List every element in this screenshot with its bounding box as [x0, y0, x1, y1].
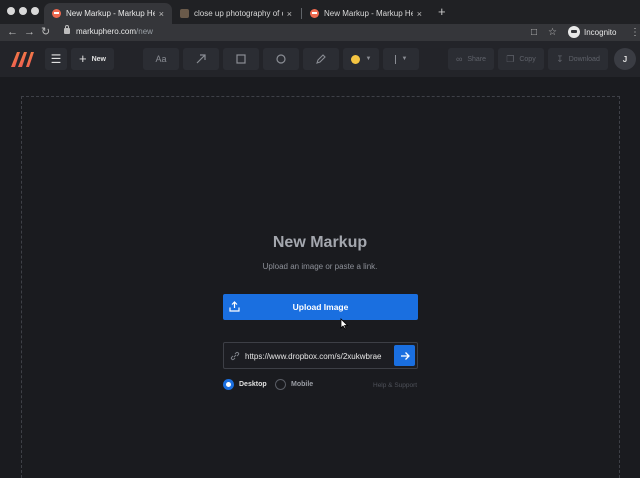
arrow-right-icon	[400, 351, 410, 360]
copy-label: Copy	[519, 55, 536, 63]
back-arrow-icon[interactable]: ←	[7, 25, 18, 40]
browser-tab-active[interactable]: New Markup - Markup Hero ×	[44, 3, 172, 24]
browser-tab[interactable]: New Markup - Markup Hero ×	[302, 3, 430, 24]
submit-link-button[interactable]	[394, 345, 415, 366]
color-picker-button[interactable]: ▼	[343, 48, 379, 70]
page-title: New Markup	[272, 234, 368, 251]
chevron-down-icon: ▼	[401, 56, 408, 62]
url-path: /new	[136, 27, 153, 36]
text-tool-label: Aa	[155, 54, 167, 64]
rectangle-tool-button[interactable]	[223, 48, 259, 70]
menu-button[interactable]: ☰	[45, 48, 67, 70]
tab-close-icon[interactable]: ×	[283, 9, 292, 19]
download-button[interactable]: ↧ Download	[548, 48, 608, 70]
stroke-width-icon	[394, 54, 396, 64]
tab-close-icon[interactable]: ×	[155, 9, 164, 19]
tab-title: close up photography of cupcake	[194, 9, 283, 18]
incognito-icon	[568, 26, 580, 38]
window-close-dot[interactable]	[7, 7, 15, 15]
incognito-label: Incognito	[584, 27, 617, 37]
mouse-cursor-icon	[340, 318, 349, 330]
upload-image-label: Upload Image	[292, 302, 349, 312]
arrow-icon	[196, 54, 206, 64]
tab-title: New Markup - Markup Hero	[66, 9, 155, 18]
radio-checked-icon[interactable]	[223, 379, 234, 390]
radio-unchecked-icon[interactable]	[275, 379, 286, 390]
ellipse-tool-button[interactable]	[263, 48, 299, 70]
link-icon: ∞	[455, 54, 463, 64]
ellipse-icon	[276, 54, 286, 64]
tab-close-icon[interactable]: ×	[413, 9, 422, 19]
option-label: Mobile	[291, 381, 314, 388]
new-tab-icon[interactable]: +	[438, 5, 446, 19]
clipboard-icon[interactable]: □	[531, 25, 537, 40]
link-input-group	[223, 342, 418, 369]
chevron-down-icon: ▼	[365, 56, 372, 62]
upload-image-button[interactable]: Upload Image	[223, 294, 418, 320]
markup-canvas[interactable]	[21, 96, 620, 478]
help-support-link[interactable]: Help & Support	[373, 382, 417, 389]
tab-title: New Markup - Markup Hero	[324, 9, 413, 18]
share-label: Share	[467, 55, 487, 63]
user-avatar[interactable]: J	[614, 48, 636, 70]
download-label: Download	[568, 55, 600, 63]
device-option-mobile[interactable]: Mobile	[275, 379, 313, 390]
markuphero-favicon-icon	[310, 9, 319, 18]
text-tool-button[interactable]: Aa	[143, 48, 179, 70]
option-label: Desktop	[239, 381, 267, 388]
share-button[interactable]: ∞ Share	[448, 48, 494, 70]
browser-address-bar: ← → ↻ markuphero.com/new □ ☆ Incognito ⋮	[0, 24, 640, 41]
rectangle-icon	[236, 54, 246, 64]
browser-tab[interactable]: close up photography of cupcake ×	[172, 3, 300, 24]
color-swatch-icon	[350, 54, 360, 64]
url-field[interactable]: markuphero.com/new	[76, 27, 153, 36]
new-button[interactable]: + New	[71, 48, 114, 70]
forward-arrow-icon[interactable]: →	[24, 25, 35, 40]
markuphero-favicon-icon	[52, 9, 61, 18]
new-label: New	[91, 55, 106, 63]
star-icon[interactable]: ☆	[548, 25, 557, 40]
window-zoom-dot[interactable]	[31, 7, 39, 15]
device-option-desktop[interactable]: Desktop	[223, 379, 267, 390]
hamburger-icon: ☰	[50, 52, 62, 66]
page-subtitle: Upload an image or paste a link.	[262, 262, 378, 271]
upload-icon	[229, 301, 240, 312]
url-host: markuphero.com	[76, 27, 137, 36]
window-minimize-dot[interactable]	[19, 7, 27, 15]
markuphero-logo[interactable]	[9, 49, 37, 69]
browser-tab-bar: New Markup - Markup Hero × close up phot…	[0, 0, 640, 24]
incognito-profile[interactable]: Incognito	[568, 26, 616, 38]
link-url-input[interactable]	[245, 349, 393, 363]
app-toolbar: ☰ + New Aa ▼ ▼ ∞ Share ❐ Copy ↧ Download	[0, 41, 640, 77]
reload-icon[interactable]: ↻	[41, 25, 50, 40]
copy-icon: ❐	[506, 53, 515, 64]
lock-icon	[64, 25, 70, 34]
stroke-width-button[interactable]: ▼	[383, 48, 419, 70]
arrow-tool-button[interactable]	[183, 48, 219, 70]
pen-tool-button[interactable]	[303, 48, 339, 70]
copy-button[interactable]: ❐ Copy	[498, 48, 544, 70]
plus-icon: +	[79, 51, 87, 66]
pen-icon	[316, 54, 326, 64]
browser-menu-icon[interactable]: ⋮	[630, 25, 640, 40]
download-icon: ↧	[556, 53, 564, 64]
link-icon	[230, 351, 240, 361]
photo-favicon-icon	[180, 9, 189, 18]
